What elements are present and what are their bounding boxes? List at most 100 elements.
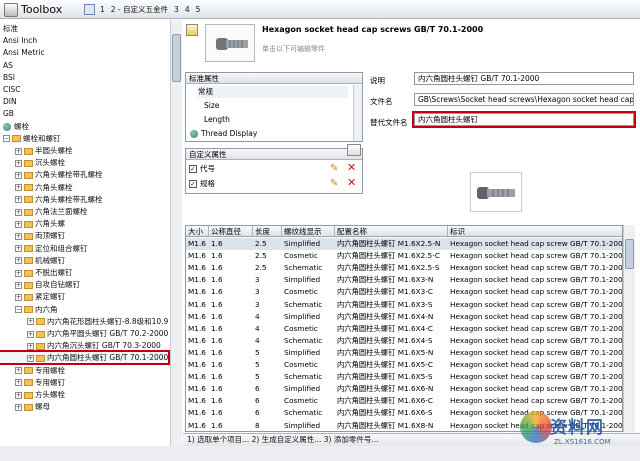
checkbox-spec[interactable]: ✓ — [189, 180, 197, 188]
tree-item[interactable]: − 螺栓和螺钉 — [0, 133, 61, 144]
tree-item[interactable]: + 沉头螺栓 — [0, 157, 65, 168]
expand-icon[interactable]: + — [15, 196, 22, 204]
tree-item[interactable]: Ansi Inch — [0, 35, 37, 46]
custom-prop-row[interactable]: ✓ 代号 ✎ ✕ — [189, 162, 359, 175]
expand-icon[interactable]: + — [15, 208, 22, 216]
table-row[interactable]: M1.6 1.6 6 Simplified 内六角圆柱头螺钉 M1.6X6-N Hexag… — [186, 383, 622, 395]
table-row[interactable]: M1.6 1.6 2.5 Cosmetic 内六角圆柱头螺钉 M1.6X2.5-C Hex… — [186, 250, 622, 262]
tree-item[interactable]: CISC — [0, 84, 20, 95]
table-row[interactable]: M1.6 1.6 3 Simplified 内六角圆柱头螺钉 M1.6X3-N Hexag… — [186, 274, 622, 286]
expand-icon[interactable]: + — [27, 330, 34, 338]
expand-icon[interactable]: + — [15, 232, 22, 240]
tree-item[interactable]: + 不脱出螺钉 — [0, 267, 73, 278]
tree-item[interactable]: + 六角头螺栓带孔螺栓 — [0, 169, 103, 180]
expand-icon[interactable]: + — [15, 281, 22, 289]
tree-item[interactable]: GB — [0, 108, 14, 119]
table-row[interactable]: M1.6 1.6 2.5 Schematic 内六角圆柱头螺钉 M1.6X2.5-S He… — [186, 262, 622, 274]
col-designation[interactable]: 标识 — [448, 226, 622, 237]
tree-item[interactable]: + 六角头螺栓 — [0, 182, 73, 193]
table-row[interactable]: M1.6 1.6 4 Simplified 内六角圆柱头螺钉 M1.6X4-N Hexag… — [186, 311, 622, 323]
expand-icon[interactable]: + — [15, 147, 22, 155]
expand-icon[interactable]: + — [15, 245, 22, 253]
table-row[interactable]: M1.6 1.6 4 Cosmetic 内六角圆柱头螺钉 M1.6X4-C Hexagon… — [186, 323, 622, 335]
custom-prop-row[interactable]: ✓ 规格 ✎ ✕ — [189, 177, 359, 190]
prop-length[interactable]: Length — [204, 114, 230, 126]
tree-item[interactable]: + 内六角花形圆柱头螺钉-8.8级和10.9 — [0, 316, 168, 327]
expand-icon[interactable]: + — [15, 220, 22, 228]
expand-icon[interactable]: − — [3, 135, 10, 143]
col-size[interactable]: 大小 — [186, 226, 209, 237]
col-config-name[interactable]: 配置名称 — [335, 226, 448, 237]
tree-item[interactable]: + 紧定螺钉 — [0, 291, 65, 302]
tree-item[interactable]: + 半圆头螺栓 — [0, 145, 73, 156]
tree-item[interactable]: + 六角头螺栓带孔螺栓 — [0, 194, 103, 205]
table-row[interactable]: M1.6 1.6 2.5 Simplified 内六角圆柱头螺钉 M1.6X2.5-N H… — [186, 238, 622, 250]
table-scroll-thumb[interactable] — [625, 239, 634, 269]
tree-item[interactable]: + 内六角圆柱头螺钉 GB/T 70.1-2000 — [0, 350, 170, 366]
expand-icon[interactable]: + — [15, 367, 22, 375]
tree-item[interactable]: + 内六角平圆头螺钉 GB/T 70.2-2000 — [0, 328, 168, 339]
expand-icon[interactable]: + — [15, 403, 22, 411]
tree-item[interactable]: + 自攻自钻螺钉 — [0, 279, 80, 290]
expand-icon[interactable]: + — [15, 159, 22, 167]
tree-item[interactable]: + 定位和组合螺钉 — [0, 243, 88, 254]
tab-4[interactable]: 4 — [184, 5, 191, 14]
tree-scroll-thumb[interactable] — [172, 34, 181, 82]
tree-item[interactable]: + 专用螺栓 — [0, 365, 65, 376]
tree-item[interactable]: + 机械螺钉 — [0, 255, 65, 266]
tab-5[interactable]: 5 — [195, 5, 202, 14]
col-length[interactable]: 长度 — [253, 226, 282, 237]
col-thread-display[interactable]: 螺纹线显示 — [282, 226, 335, 237]
expand-icon[interactable]: + — [27, 342, 34, 350]
expand-icon[interactable]: + — [15, 379, 22, 387]
tab-3[interactable]: 3 — [173, 5, 180, 14]
tab-2[interactable]: 2 - 自定义五金件 — [110, 4, 169, 15]
prop-general[interactable]: 常规 — [198, 86, 348, 98]
tree-item[interactable]: + 内六角沉头螺钉 GB/T 70.3-2000 — [0, 340, 161, 351]
expand-icon[interactable]: + — [15, 293, 22, 301]
table-row[interactable]: M1.6 1.6 3 Cosmetic 内六角圆柱头螺钉 M1.6X3-C Hexagon… — [186, 286, 622, 298]
add-property-icon[interactable] — [347, 144, 361, 156]
checkbox-code[interactable]: ✓ — [189, 165, 197, 173]
pencil-icon[interactable]: ✎ — [330, 178, 338, 190]
alt-file-field[interactable]: 内六角圆柱头螺钉 — [412, 111, 636, 128]
tree-item[interactable]: Ansi Metric — [0, 47, 45, 58]
table-row[interactable]: M1.6 1.6 4 Schematic 内六角圆柱头螺钉 M1.6X4-S Hexago… — [186, 335, 622, 347]
tree-item[interactable]: + 螺母 — [0, 401, 50, 412]
prop-thread-display[interactable]: Thread Display — [190, 128, 257, 140]
edit-part-icon[interactable] — [186, 24, 198, 36]
table-scrollbar[interactable] — [623, 225, 635, 432]
expand-icon[interactable]: + — [15, 269, 22, 277]
tree-item[interactable]: AS — [0, 60, 13, 71]
table-row[interactable]: M1.6 1.6 5 Schematic 内六角圆柱头螺钉 M1.6X5-S Hexago… — [186, 371, 622, 383]
tree-item[interactable]: 螺栓 — [0, 121, 29, 132]
expand-icon[interactable]: + — [27, 354, 34, 362]
pencil-icon[interactable]: ✎ — [330, 163, 338, 175]
tab-1[interactable]: 1 — [99, 5, 106, 14]
expand-icon[interactable]: − — [15, 306, 22, 314]
file-field[interactable]: GB\Screws\Socket head screws\Hexagon soc… — [414, 93, 634, 106]
tree-item[interactable]: + 六角头螺 — [0, 218, 65, 229]
table-row[interactable]: M1.6 1.6 5 Simplified 内六角圆柱头螺钉 M1.6X5-N Hexag… — [186, 347, 622, 359]
expand-icon[interactable]: + — [15, 257, 22, 265]
tree-item[interactable]: 标准 — [0, 23, 18, 34]
tree-item[interactable]: + 方头螺栓 — [0, 389, 65, 400]
desc-field[interactable]: 内六角圆柱头螺钉 GB/T 70.1-2000 — [414, 72, 634, 85]
delete-icon[interactable]: ✕ — [347, 177, 356, 189]
tree-item[interactable]: + 专用螺钉 — [0, 377, 65, 388]
table-row[interactable]: M1.6 1.6 3 Schematic 内六角圆柱头螺钉 M1.6X3-S Hexago… — [186, 299, 622, 311]
expand-icon[interactable]: + — [15, 391, 22, 399]
tree-item[interactable]: − 内六角 — [0, 304, 58, 315]
tree-item[interactable]: DIN — [0, 96, 17, 107]
expand-icon[interactable]: + — [15, 171, 22, 179]
tree-item[interactable]: BSI — [0, 72, 15, 83]
expand-icon[interactable]: + — [27, 318, 34, 326]
prop-size[interactable]: Size — [204, 100, 219, 112]
table-row[interactable]: M1.6 1.6 5 Cosmetic 内六角圆柱头螺钉 M1.6X5-C Hexagon… — [186, 359, 622, 371]
tree-scrollbar[interactable] — [170, 20, 182, 461]
tree-item[interactable]: + 六角法兰面螺栓 — [0, 206, 88, 217]
tree-item[interactable]: + 両顶螺钉 — [0, 230, 65, 241]
save-icon[interactable] — [84, 4, 95, 15]
properties-scrollbar[interactable] — [353, 85, 362, 141]
expand-icon[interactable]: + — [15, 184, 22, 192]
